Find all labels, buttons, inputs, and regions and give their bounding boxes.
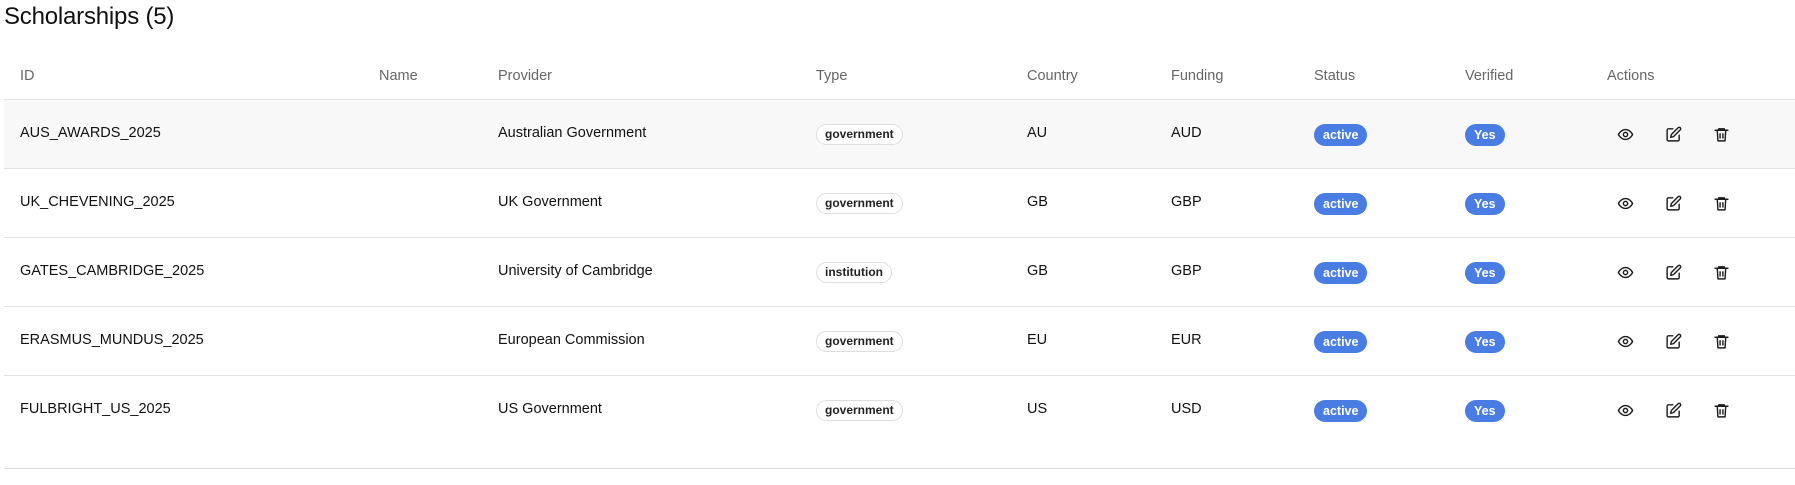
- edit-button[interactable]: [1663, 124, 1683, 144]
- type-badge: government: [816, 124, 903, 145]
- table-row[interactable]: GATES_CAMBRIDGE_2025 University of Cambr…: [4, 238, 1795, 307]
- status-badge: active: [1314, 193, 1368, 215]
- view-button[interactable]: [1615, 400, 1635, 420]
- column-header-country[interactable]: Country: [1027, 68, 1078, 84]
- eye-icon: [1617, 197, 1633, 209]
- column-header-verified[interactable]: Verified: [1465, 68, 1513, 84]
- edit-icon: [1665, 195, 1681, 211]
- verified-badge: Yes: [1465, 262, 1505, 284]
- cell-id: GATES_CAMBRIDGE_2025: [20, 263, 205, 279]
- verified-badge: Yes: [1465, 331, 1505, 353]
- cell-country: AU: [1027, 125, 1048, 141]
- status-badge: active: [1314, 124, 1368, 146]
- eye-icon: [1617, 266, 1633, 278]
- edit-button[interactable]: [1663, 400, 1683, 420]
- cell-provider: University of Cambridge: [498, 263, 653, 279]
- cell-provider: European Commission: [498, 332, 645, 348]
- page-title: Scholarships (5): [4, 3, 175, 30]
- column-header-type[interactable]: Type: [816, 68, 847, 84]
- edit-icon: [1665, 264, 1681, 280]
- delete-button[interactable]: [1711, 331, 1731, 351]
- edit-icon: [1665, 402, 1681, 418]
- cell-funding: AUD: [1171, 125, 1202, 141]
- trash-icon: [1713, 196, 1729, 211]
- view-button[interactable]: [1615, 331, 1635, 351]
- cell-id: UK_CHEVENING_2025: [20, 194, 175, 210]
- edit-button[interactable]: [1663, 262, 1683, 282]
- column-header-funding[interactable]: Funding: [1171, 68, 1223, 84]
- eye-icon: [1617, 404, 1633, 416]
- view-button[interactable]: [1615, 193, 1635, 213]
- table-row[interactable]: ERASMUS_MUNDUS_2025 European Commission …: [4, 307, 1795, 376]
- cell-country: GB: [1027, 194, 1048, 210]
- delete-button[interactable]: [1711, 262, 1731, 282]
- cell-provider: US Government: [498, 401, 602, 417]
- cell-country: GB: [1027, 263, 1048, 279]
- trash-icon: [1713, 127, 1729, 142]
- cell-funding: GBP: [1171, 263, 1202, 279]
- cell-funding: USD: [1171, 401, 1202, 417]
- column-header-actions: Actions: [1607, 68, 1655, 84]
- cell-country: US: [1027, 401, 1048, 417]
- view-button[interactable]: [1615, 262, 1635, 282]
- verified-badge: Yes: [1465, 400, 1505, 422]
- delete-button[interactable]: [1711, 193, 1731, 213]
- cell-funding: EUR: [1171, 332, 1202, 348]
- column-header-provider[interactable]: Provider: [498, 68, 552, 84]
- type-badge: government: [816, 400, 903, 421]
- delete-button[interactable]: [1711, 124, 1731, 144]
- cell-country: EU: [1027, 332, 1048, 348]
- scholarships-table: ID Name Provider Type Country Funding St…: [4, 52, 1795, 469]
- eye-icon: [1617, 128, 1633, 140]
- table-row[interactable]: UK_CHEVENING_2025 UK Government governme…: [4, 169, 1795, 238]
- status-badge: active: [1314, 400, 1368, 422]
- cell-provider: UK Government: [498, 194, 602, 210]
- trash-icon: [1713, 403, 1729, 418]
- verified-badge: Yes: [1465, 193, 1505, 215]
- cell-provider: Australian Government: [498, 125, 647, 141]
- status-badge: active: [1314, 262, 1368, 284]
- edit-icon: [1665, 333, 1681, 349]
- status-badge: active: [1314, 331, 1368, 353]
- trash-icon: [1713, 265, 1729, 280]
- verified-badge: Yes: [1465, 124, 1505, 146]
- trash-icon: [1713, 334, 1729, 349]
- cell-funding: GBP: [1171, 194, 1202, 210]
- cell-id: AUS_AWARDS_2025: [20, 125, 161, 141]
- table-row[interactable]: AUS_AWARDS_2025 Australian Government go…: [4, 100, 1795, 169]
- type-badge: government: [816, 193, 903, 214]
- edit-icon: [1665, 126, 1681, 142]
- view-button[interactable]: [1615, 124, 1635, 144]
- type-badge: government: [816, 331, 903, 352]
- eye-icon: [1617, 335, 1633, 347]
- type-badge: institution: [816, 262, 892, 283]
- column-header-name[interactable]: Name: [379, 68, 418, 84]
- edit-button[interactable]: [1663, 331, 1683, 351]
- table-header-row: ID Name Provider Type Country Funding St…: [4, 52, 1795, 100]
- table-row[interactable]: FULBRIGHT_US_2025 US Government governme…: [4, 376, 1795, 469]
- column-header-status[interactable]: Status: [1314, 68, 1355, 84]
- column-header-id[interactable]: ID: [20, 68, 35, 84]
- cell-id: ERASMUS_MUNDUS_2025: [20, 332, 204, 348]
- cell-id: FULBRIGHT_US_2025: [20, 401, 171, 417]
- edit-button[interactable]: [1663, 193, 1683, 213]
- delete-button[interactable]: [1711, 400, 1731, 420]
